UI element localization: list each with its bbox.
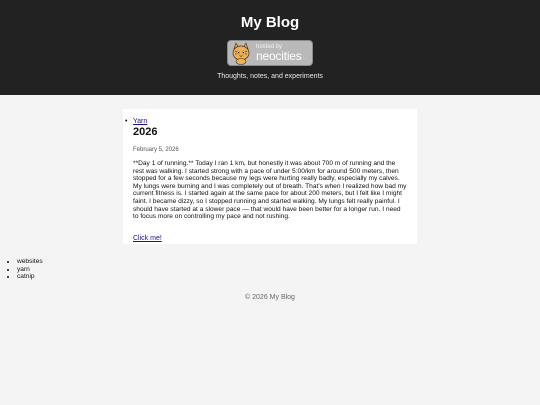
post-list: Yarn 2026 February 5, 2026 **Day 1 of ru… <box>125 118 407 245</box>
badge-brand: neocities <box>256 49 302 63</box>
post-body: **Day 1 of running.** Today I ran 1 km, … <box>133 160 407 221</box>
site-header: My Blog hosted by neocities Thoughts, no… <box>0 0 540 95</box>
site-title: My Blog <box>240 14 300 31</box>
post-item: Yarn 2026 February 5, 2026 **Day 1 of ru… <box>125 118 407 245</box>
neocities-cat-icon <box>228 41 254 65</box>
site-tagline: Thoughts, notes, and experiments <box>217 73 323 80</box>
category-item-yarn[interactable]: yarn <box>17 266 43 274</box>
neocities-badge[interactable]: hosted by neocities <box>227 40 313 66</box>
footer-copyright: © 2026 My Blog <box>245 294 295 301</box>
click-me-link[interactable]: Click me! <box>133 235 162 242</box>
post-date: February 5, 2026 <box>133 147 179 153</box>
badge-text: hosted by neocities <box>254 44 302 62</box>
post-title: 2026 <box>133 126 158 138</box>
post-tag-link[interactable]: Yarn <box>133 118 407 125</box>
category-item-websites[interactable]: websites <box>17 258 43 266</box>
category-list: websites yarn catnip <box>8 258 43 281</box>
post-card: Yarn 2026 February 5, 2026 **Day 1 of ru… <box>123 109 417 244</box>
category-item-catnip[interactable]: catnip <box>17 273 43 281</box>
